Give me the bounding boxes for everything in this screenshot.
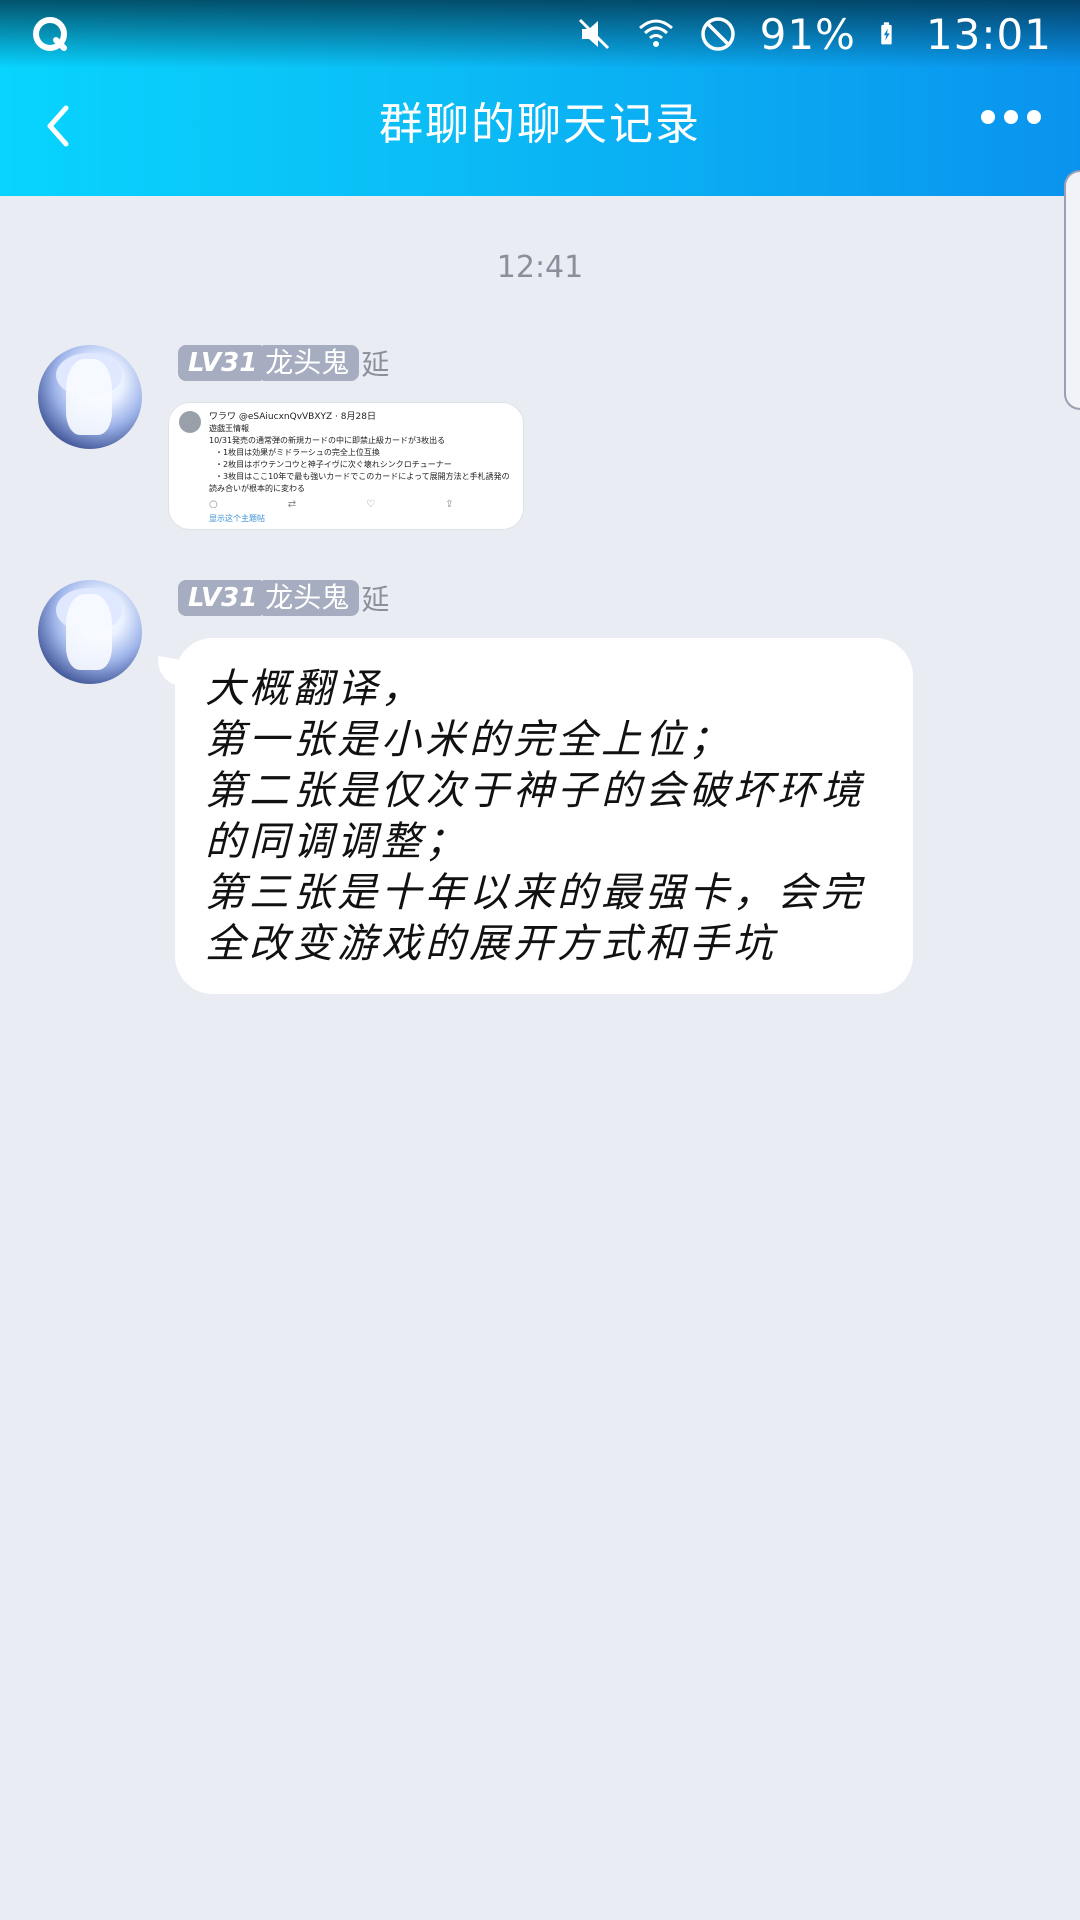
clock: 13:01	[925, 9, 1052, 59]
sender-info: LV31 龙头鬼 延	[178, 579, 389, 617]
header: 91% 13:01 群聊的聊天记录	[0, 0, 1080, 196]
message-line: 第一张是小米的完全上位；	[205, 717, 733, 763]
tweet-line: 遊戯王情報	[209, 424, 249, 433]
battery-charging-icon	[881, 22, 892, 45]
tweet-thread-link: 显示这个主题帖	[209, 514, 265, 523]
tweet-line: 10/31発売の通常弾の新規カードの中に即禁止級カードが3枚出る	[209, 436, 446, 445]
avatar-figure-shape	[66, 359, 112, 435]
avatar[interactable]	[38, 580, 142, 684]
text-message-bubble[interactable]: 大概翻译， 第一张是小米的完全上位； 第二张是仅次于神子的会破坏环境 的同调调整…	[175, 638, 913, 994]
tweet-line: ・2枚目はボウテンコウと神子イヴに次ぐ壊れシンクロチューナー	[215, 460, 452, 469]
do-not-disturb-icon	[700, 17, 735, 51]
message-line: 第三张是十年以来的最强卡，会完	[205, 870, 865, 916]
status-indicators: 91% 13:01	[574, 8, 1052, 60]
title-bar: 群聊的聊天记录	[0, 76, 1080, 186]
message-line: 第二张是仅次于神子的会破坏环境	[205, 768, 865, 814]
level-badge: LV31	[178, 580, 268, 616]
tweet-actions: ○ ⇄ ♡ ⇪	[209, 499, 453, 510]
avatar-figure-shape	[66, 594, 112, 670]
wifi-icon	[638, 19, 673, 47]
tweet-handle: ワラワ @eSAiucxnQvVBXYZ · 8月28日	[209, 412, 376, 422]
page-title: 群聊的聊天记录	[379, 99, 701, 150]
avatar[interactable]	[38, 345, 142, 449]
retweet-icon: ⇄	[287, 499, 297, 510]
tweet-avatar	[179, 411, 201, 433]
sender-name-suffix: 延	[361, 348, 390, 381]
tweet-line: ・3枚目はここ10年で最も強いカードでこのカードによって展開方法と手札誘発の	[215, 472, 510, 481]
chat-timestamp: 12:41	[496, 250, 584, 285]
status-bar: 91% 13:01	[0, 0, 1080, 68]
message-line: 全改变游戏的展开方式和手坑	[205, 921, 777, 967]
share-icon: ⇪	[445, 499, 454, 510]
sender-info: LV31 龙头鬼 延	[178, 344, 389, 382]
message-line: 的同调调整；	[205, 819, 469, 865]
battery-percent: 91%	[759, 9, 856, 59]
tweet-line: ・1枚目は効果がミドラーシュの完全上位互換	[215, 448, 380, 457]
level-badge: LV31	[178, 345, 268, 381]
floating-edge-handle[interactable]	[1064, 170, 1080, 410]
more-dots-icon[interactable]	[980, 104, 1042, 130]
sender-name-suffix: 延	[361, 583, 390, 616]
tweet-line: 読み合いが根本的に変わる	[209, 484, 305, 493]
mute-icon	[578, 18, 609, 50]
like-icon: ♡	[366, 499, 376, 510]
image-message[interactable]: ワラワ @eSAiucxnQvVBXYZ · 8月28日 遊戯王情報 10/31…	[168, 402, 524, 530]
sender-name[interactable]: 龙头鬼	[263, 345, 360, 381]
qq-app-icon	[33, 17, 67, 51]
message-line: 大概翻译，	[205, 666, 425, 712]
reply-icon: ○	[209, 499, 218, 510]
sender-name[interactable]: 龙头鬼	[263, 580, 360, 616]
